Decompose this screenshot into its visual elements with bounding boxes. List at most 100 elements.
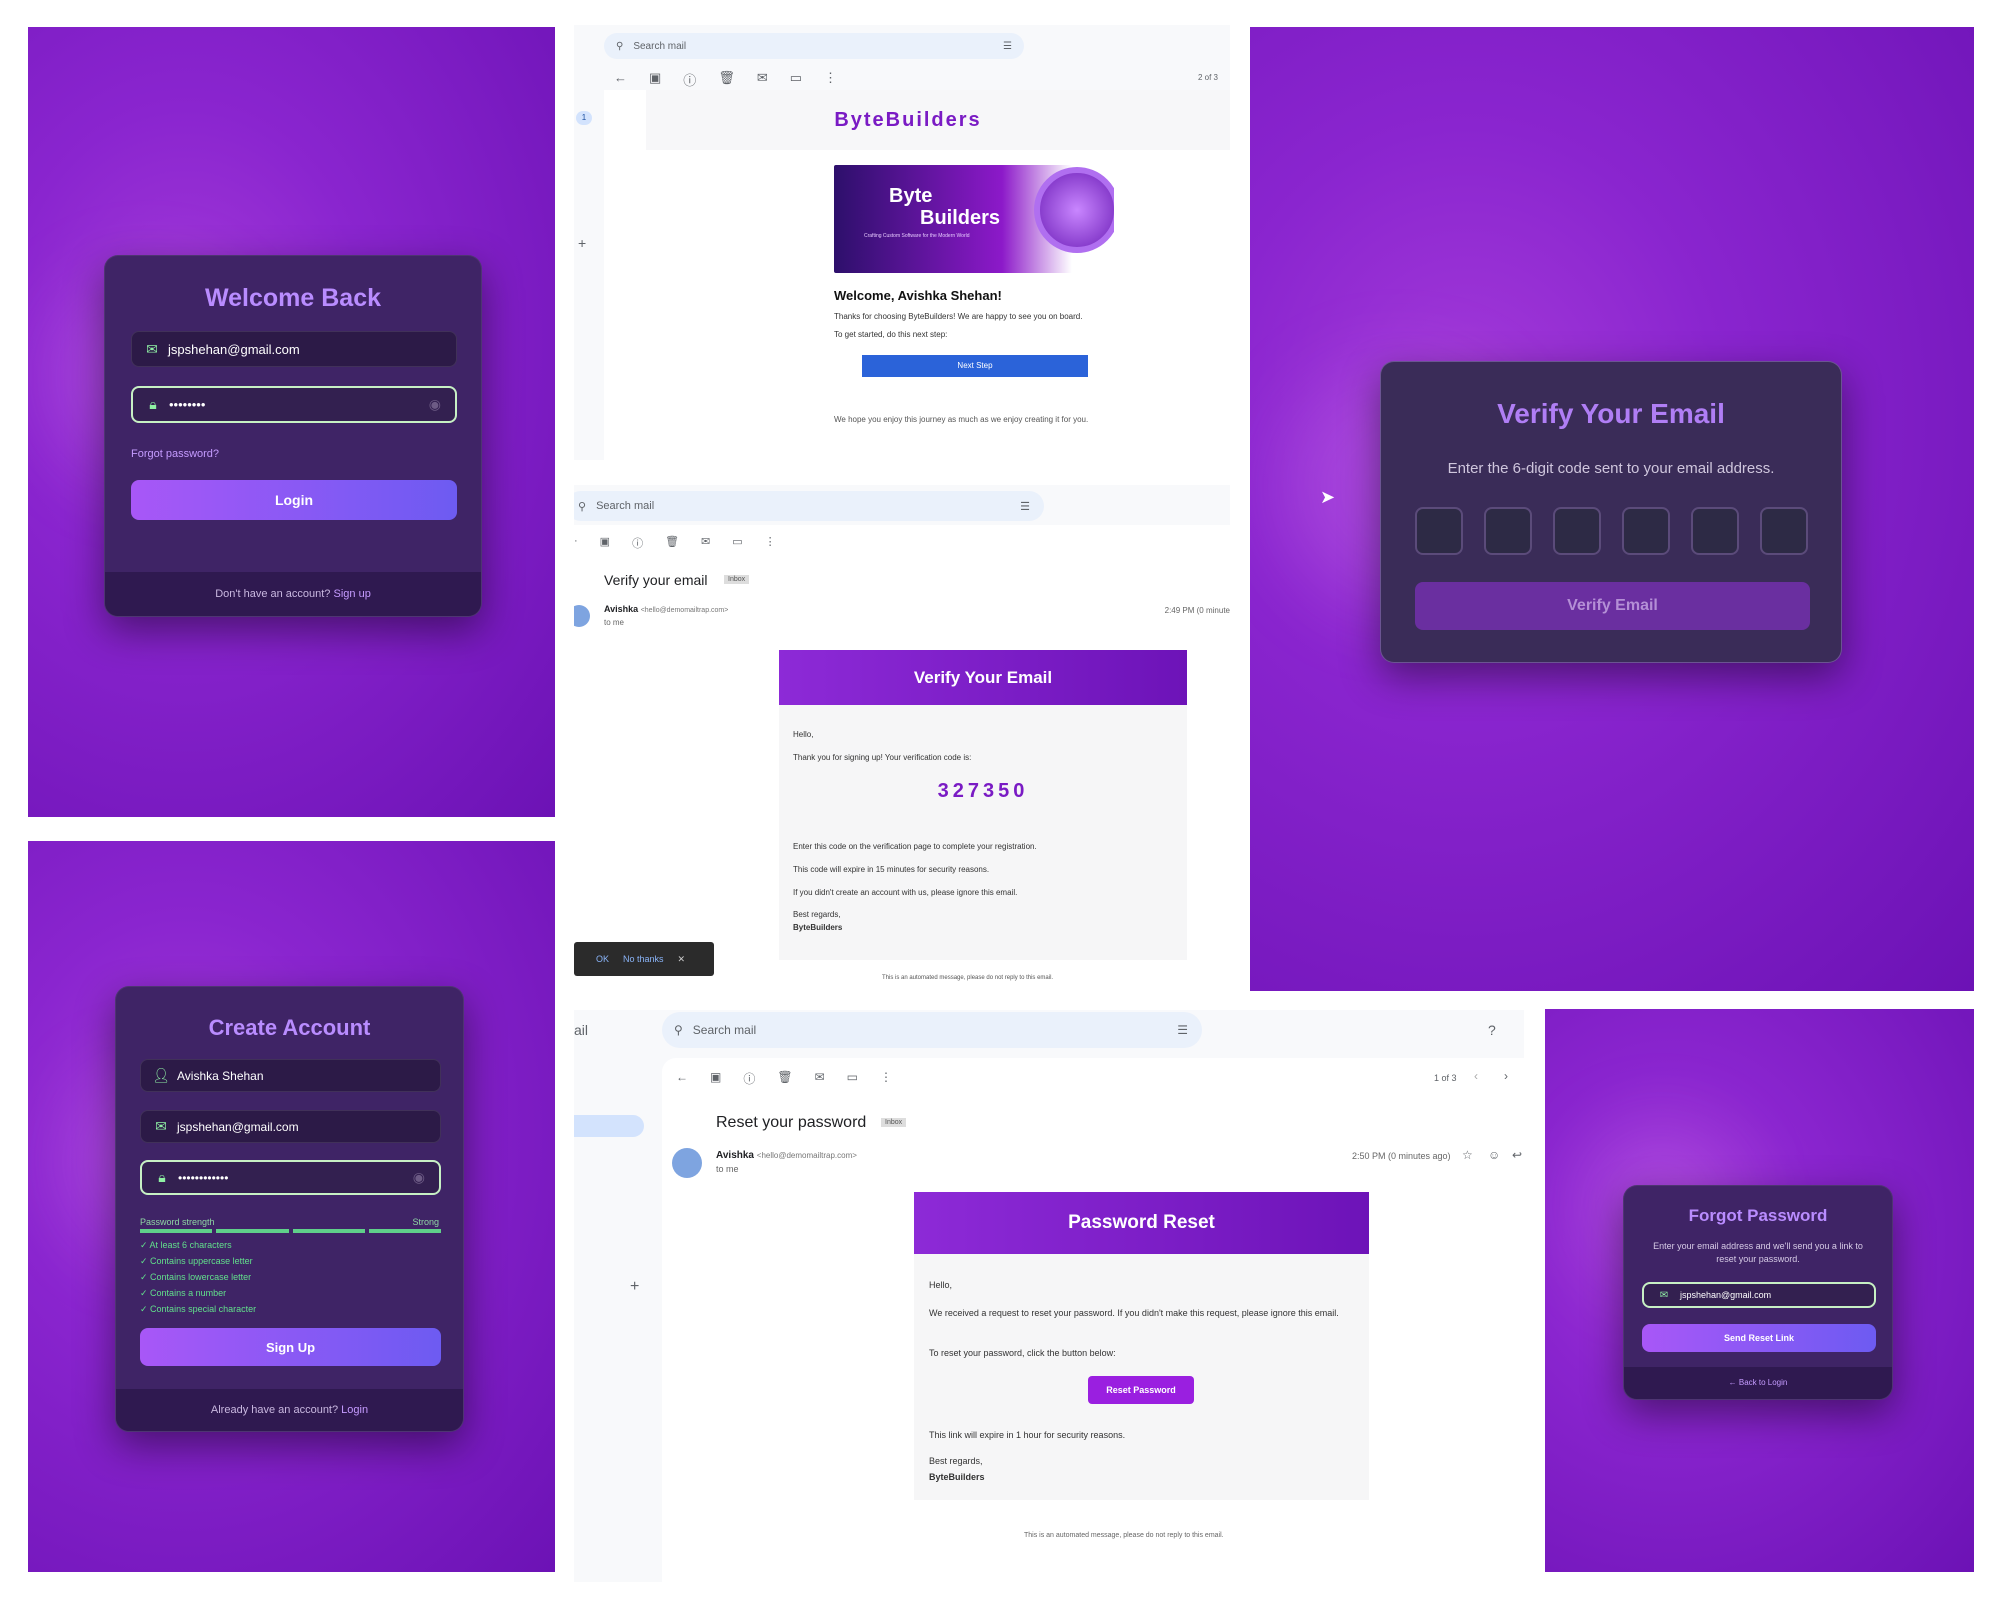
email-field[interactable]: ✉ jspshehan@gmail.com <box>1642 1282 1876 1308</box>
next-step-button[interactable]: Next Step <box>862 355 1088 377</box>
archive-icon[interactable]: ▣ <box>600 535 610 551</box>
login-panel: Welcome Back ✉ jspshehan@gmail.com 🔒︎ ••… <box>28 27 555 817</box>
mark-unread-icon[interactable]: ✉ <box>757 70 768 89</box>
globe-icon <box>1034 167 1114 253</box>
email-field[interactable]: ✉ jspshehan@gmail.com <box>140 1110 441 1143</box>
search-bar[interactable]: ⚲ Search mail ☰ <box>574 491 1044 521</box>
eye-icon[interactable]: ◉ <box>429 396 441 413</box>
search-icon: ⚲ <box>578 500 587 513</box>
login-link[interactable]: Login <box>341 1404 368 1416</box>
compose-plus-icon[interactable]: + <box>578 235 586 251</box>
back-icon[interactable]: ← <box>614 70 627 89</box>
back-icon[interactable]: · <box>574 535 578 551</box>
report-icon[interactable]: ⓘ <box>743 1070 755 1087</box>
subtitle: Enter your email address and we'll send … <box>1653 1241 1863 1264</box>
toast-no-thanks[interactable]: No thanks <box>623 954 664 964</box>
back-icon[interactable]: ← <box>676 1070 688 1087</box>
emoji-icon[interactable]: ☺ <box>1488 1148 1500 1162</box>
search-bar[interactable]: ⚲ Search mail ☰ <box>604 33 1024 59</box>
toolbar: ← ▣ ⓘ 🗑︎ ✉ ▭ ⋮ <box>676 1070 892 1087</box>
verify-button[interactable]: Verify Email <box>1415 582 1810 630</box>
signup-link[interactable]: Sign up <box>334 588 371 600</box>
password-field[interactable]: 🔒︎ •••••••• ◉ <box>131 386 457 423</box>
reset-email-panel: ail + ⚲ Search mail ☰ ? ← ▣ ⓘ 🗑︎ ✉ ▭ ⋮ 1 of 3 ‹… <box>574 1010 1524 1582</box>
code-digit-4[interactable] <box>1622 507 1670 555</box>
more-icon[interactable]: ⋮ <box>824 70 837 89</box>
banner-image: Byte Builders Crafting Custom Software f… <box>834 165 1114 273</box>
mail-icon: ✉ <box>1659 1289 1669 1301</box>
login-card: Welcome Back ✉ jspshehan@gmail.com 🔒︎ ••… <box>104 255 482 617</box>
password-field[interactable]: 🔒︎ •••••••••••• ◉ <box>140 1160 441 1195</box>
message-body: ByteBuilders Byte Builders Crafting Cust… <box>604 90 1230 460</box>
subtitle: Enter the 6-digit code sent to your emai… <box>1447 460 1775 477</box>
email-field[interactable]: ✉ jspshehan@gmail.com <box>131 331 457 367</box>
move-icon[interactable]: ▭ <box>847 1070 858 1087</box>
reset-password-button[interactable]: Reset Password <box>1088 1376 1194 1404</box>
verify-card: Verify Your Email Enter the 6-digit code… <box>1380 361 1842 663</box>
next-icon[interactable]: › <box>1504 1069 1508 1083</box>
prev-icon[interactable]: ‹ <box>1474 1069 1478 1083</box>
filter-icon[interactable]: ☰ <box>1020 500 1030 513</box>
card-footer: Already have an account? Login <box>116 1389 463 1431</box>
sidebar-pill <box>574 1115 644 1137</box>
page-counter: 2 of 3 <box>1197 73 1218 82</box>
move-icon[interactable]: ▭ <box>790 70 802 89</box>
toolbar: · ▣ ⓘ 🗑︎ ✉ ▭ ⋮ <box>574 535 776 551</box>
mark-unread-icon[interactable]: ✉ <box>701 535 710 551</box>
forgot-password-link[interactable]: Forgot password? <box>131 448 219 460</box>
page-title: Verify Your Email <box>1497 398 1725 429</box>
toolbar: ← ▣ ⓘ 🗑︎ ✉ ▭ ⋮ <box>614 70 837 89</box>
avatar <box>672 1148 702 1178</box>
email-subject: Verify your email <box>604 572 708 588</box>
inbox-label[interactable]: Inbox <box>881 1118 907 1127</box>
reply-icon[interactable]: ↩ <box>1512 1148 1522 1162</box>
check-item: ✓ Contains uppercase letter <box>140 1256 253 1266</box>
more-icon[interactable]: ⋮ <box>765 535 776 551</box>
login-button[interactable]: Login <box>131 480 457 520</box>
check-item: ✓ Contains lowercase letter <box>140 1272 252 1282</box>
strength-bar <box>140 1229 441 1233</box>
signup-card: Create Account 👤︎ Avishka Shehan ✉ jspsheh… <box>115 986 464 1432</box>
delete-icon[interactable]: 🗑︎ <box>718 70 735 89</box>
archive-icon[interactable]: ▣ <box>710 1070 721 1087</box>
delete-icon[interactable]: 🗑︎ <box>777 1070 792 1087</box>
move-icon[interactable]: ▭ <box>732 535 742 551</box>
mail-icon: ✉ <box>146 340 158 357</box>
back-to-login-link[interactable]: ← Back to Login <box>1729 1378 1788 1387</box>
email-header: Verify Your Email <box>779 650 1187 705</box>
filter-icon[interactable]: ☰ <box>1003 41 1012 52</box>
help-icon[interactable]: ? <box>1488 1022 1496 1038</box>
compose-plus-icon[interactable]: + <box>630 1278 639 1296</box>
more-icon[interactable]: ⋮ <box>880 1070 892 1087</box>
code-digit-2[interactable] <box>1484 507 1532 555</box>
archive-icon[interactable]: ▣ <box>649 70 661 89</box>
arrow-left-icon: ← <box>1728 1378 1739 1387</box>
welcome-email-panel: ⚲ Search mail ☰ ← ▣ ⓘ 🗑︎ ✉ ▭ ⋮ 2 of 3 1 + ByteB… <box>574 25 1230 460</box>
send-reset-link-button[interactable]: Send Reset Link <box>1642 1324 1876 1352</box>
search-bar[interactable]: ⚲ Search mail ☰ <box>662 1012 1202 1048</box>
check-item: ✓ Contains special character <box>140 1304 257 1314</box>
code-digit-6[interactable] <box>1760 507 1808 555</box>
close-icon[interactable]: ✕ <box>678 954 686 965</box>
report-icon[interactable]: ⓘ <box>632 535 643 551</box>
code-digit-3[interactable] <box>1553 507 1601 555</box>
card-footer: ← Back to Login <box>1624 1367 1892 1399</box>
verification-code: 327350 <box>937 780 1029 802</box>
filter-icon[interactable]: ☰ <box>1177 1023 1188 1037</box>
inbox-label[interactable]: Inbox <box>724 575 750 584</box>
signup-button[interactable]: Sign Up <box>140 1328 441 1366</box>
report-icon[interactable]: ⓘ <box>683 70 696 89</box>
card-footer: Don't have an account? Sign up <box>105 572 481 616</box>
code-digit-5[interactable] <box>1691 507 1739 555</box>
code-digit-1[interactable] <box>1415 507 1463 555</box>
eye-icon[interactable]: ◉ <box>413 1169 425 1186</box>
delete-icon[interactable]: 🗑︎ <box>665 535 679 551</box>
lock-icon: 🔒︎ <box>149 396 157 412</box>
page-title: Welcome Back <box>204 284 381 312</box>
search-icon: ⚲ <box>616 40 624 52</box>
brand-header: ByteBuilders <box>646 90 1230 150</box>
toast-ok[interactable]: OK <box>596 954 609 964</box>
star-icon[interactable]: ☆ <box>1462 1148 1473 1162</box>
name-field[interactable]: 👤︎ Avishka Shehan <box>140 1059 441 1092</box>
mark-unread-icon[interactable]: ✉ <box>815 1070 825 1087</box>
